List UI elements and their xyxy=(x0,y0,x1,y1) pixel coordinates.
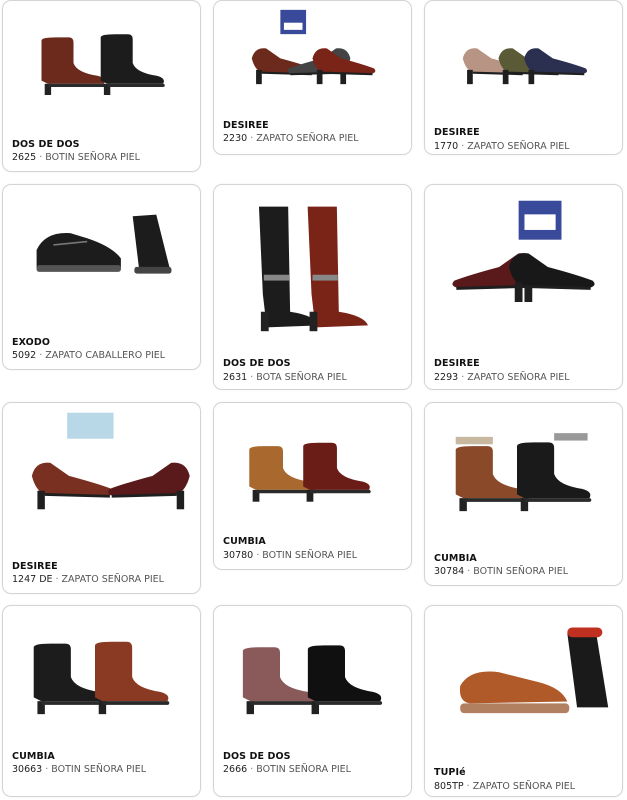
product-code: 30663 xyxy=(12,764,43,775)
separator: · xyxy=(250,764,254,775)
separator: · xyxy=(466,781,470,792)
product-reference: 2666 · BOTIN SEÑORA PIEL xyxy=(223,764,351,775)
product-description: BOTIN SEÑORA PIEL xyxy=(256,764,351,775)
product-image[interactable] xyxy=(220,7,405,107)
product-image[interactable] xyxy=(9,409,194,539)
separator: · xyxy=(55,574,59,585)
product-code: 2666 xyxy=(223,764,248,775)
product-card[interactable]: DESIREE 1247 DE · ZAPATO SEÑORA PIEL xyxy=(2,402,201,594)
product-description: BOTIN SEÑORA PIEL xyxy=(51,764,147,775)
product-brand: DESIREE xyxy=(12,561,58,572)
product-reference: 805TP · ZAPATO SEÑORA PIEL xyxy=(434,781,575,792)
product-description: ZAPATO SEÑORA PIEL xyxy=(61,574,164,585)
product-card[interactable]: TUPIé 805TP · ZAPATO SEÑORA PIEL xyxy=(424,605,623,797)
separator: · xyxy=(39,152,43,163)
product-card[interactable]: DESIREE 2230 · ZAPATO SEÑORA PIEL xyxy=(213,0,412,155)
separator: · xyxy=(39,350,43,361)
product-card[interactable]: DOS DE DOS 2666 · BOTIN SEÑORA PIEL xyxy=(213,605,412,797)
product-reference: 2631 · BOTA SEÑORA PIEL xyxy=(223,372,347,383)
product-reference: 30780 · BOTIN SEÑORA PIEL xyxy=(223,550,357,561)
separator: · xyxy=(45,764,49,775)
product-code: 5092 xyxy=(12,350,37,361)
product-card[interactable]: DOS DE DOS 2625 · BOTIN SEÑORA PIEL xyxy=(2,0,201,172)
product-card[interactable]: DESIREE 2293 · ZAPATO SEÑORA PIEL xyxy=(424,184,623,390)
product-image[interactable] xyxy=(220,191,405,339)
product-card[interactable]: CUMBIA 30780 · BOTIN SEÑORA PIEL xyxy=(213,402,412,570)
product-reference: 30784 · BOTIN SEÑORA PIEL xyxy=(434,566,568,577)
separator: · xyxy=(461,372,465,383)
product-code: 30784 xyxy=(434,566,465,577)
product-brand: DESIREE xyxy=(434,358,480,369)
product-description: ZAPATO SEÑORA PIEL xyxy=(472,781,576,792)
product-card[interactable]: DESIREE 1770 · ZAPATO SEÑORA PIEL xyxy=(424,0,623,155)
product-card[interactable]: EXODO 5092 · ZAPATO CABALLERO PIEL xyxy=(2,184,201,370)
separator: · xyxy=(461,141,465,152)
product-code: 1770 xyxy=(434,141,459,152)
product-brand: DESIREE xyxy=(434,127,480,138)
separator: · xyxy=(467,566,471,577)
product-image[interactable] xyxy=(220,409,405,527)
product-description: BOTIN SEÑORA PIEL xyxy=(45,152,140,163)
product-reference: 1247 DE · ZAPATO SEÑORA PIEL xyxy=(12,574,164,585)
product-card[interactable]: CUMBIA 30663 · BOTIN SEÑORA PIEL xyxy=(2,605,201,797)
product-description: ZAPATO CABALLERO PIEL xyxy=(45,350,166,361)
product-description: ZAPATO SEÑORA PIEL xyxy=(256,133,359,144)
product-image[interactable] xyxy=(431,7,616,107)
product-reference: 1770 · ZAPATO SEÑORA PIEL xyxy=(434,141,570,152)
product-brand: DESIREE xyxy=(223,120,269,131)
product-card[interactable]: DOS DE DOS 2631 · BOTA SEÑORA PIEL xyxy=(213,184,412,390)
product-description: ZAPATO SEÑORA PIEL xyxy=(467,372,570,383)
product-code: 2631 xyxy=(223,372,248,383)
product-description: BOTIN SEÑORA PIEL xyxy=(262,550,358,561)
product-reference: 5092 · ZAPATO CABALLERO PIEL xyxy=(12,350,165,361)
product-image[interactable] xyxy=(431,409,616,539)
product-image[interactable] xyxy=(431,191,616,339)
separator: · xyxy=(250,372,254,383)
separator: · xyxy=(250,133,254,144)
product-image[interactable] xyxy=(431,612,616,752)
product-brand: CUMBIA xyxy=(434,553,477,564)
product-brand: EXODO xyxy=(12,337,51,348)
product-description: BOTA SEÑORA PIEL xyxy=(256,372,347,383)
product-card[interactable]: CUMBIA 30784 · BOTIN SEÑORA PIEL xyxy=(424,402,623,586)
product-reference: 2625 · BOTIN SEÑORA PIEL xyxy=(12,152,140,163)
product-code: 2625 xyxy=(12,152,37,163)
product-description: ZAPATO SEÑORA PIEL xyxy=(467,141,570,152)
separator: · xyxy=(256,550,260,561)
product-image[interactable] xyxy=(9,612,194,742)
product-code: 30780 xyxy=(223,550,254,561)
product-image[interactable] xyxy=(220,612,405,742)
product-reference: 30663 · BOTIN SEÑORA PIEL xyxy=(12,764,146,775)
product-image[interactable] xyxy=(9,7,194,119)
product-brand: DOS DE DOS xyxy=(223,358,291,369)
product-brand: DOS DE DOS xyxy=(12,139,80,150)
product-code: 2230 xyxy=(223,133,248,144)
product-brand: TUPIé xyxy=(434,767,466,778)
product-reference: 2230 · ZAPATO SEÑORA PIEL xyxy=(223,133,359,144)
product-code: 805TP xyxy=(434,781,464,792)
product-code: 2293 xyxy=(434,372,459,383)
product-brand: CUMBIA xyxy=(12,751,55,762)
product-image[interactable] xyxy=(9,191,194,309)
product-brand: DOS DE DOS xyxy=(223,751,291,762)
product-brand: CUMBIA xyxy=(223,536,266,547)
product-description: BOTIN SEÑORA PIEL xyxy=(473,566,569,577)
product-reference: 2293 · ZAPATO SEÑORA PIEL xyxy=(434,372,570,383)
product-code: 1247 DE xyxy=(12,574,53,585)
